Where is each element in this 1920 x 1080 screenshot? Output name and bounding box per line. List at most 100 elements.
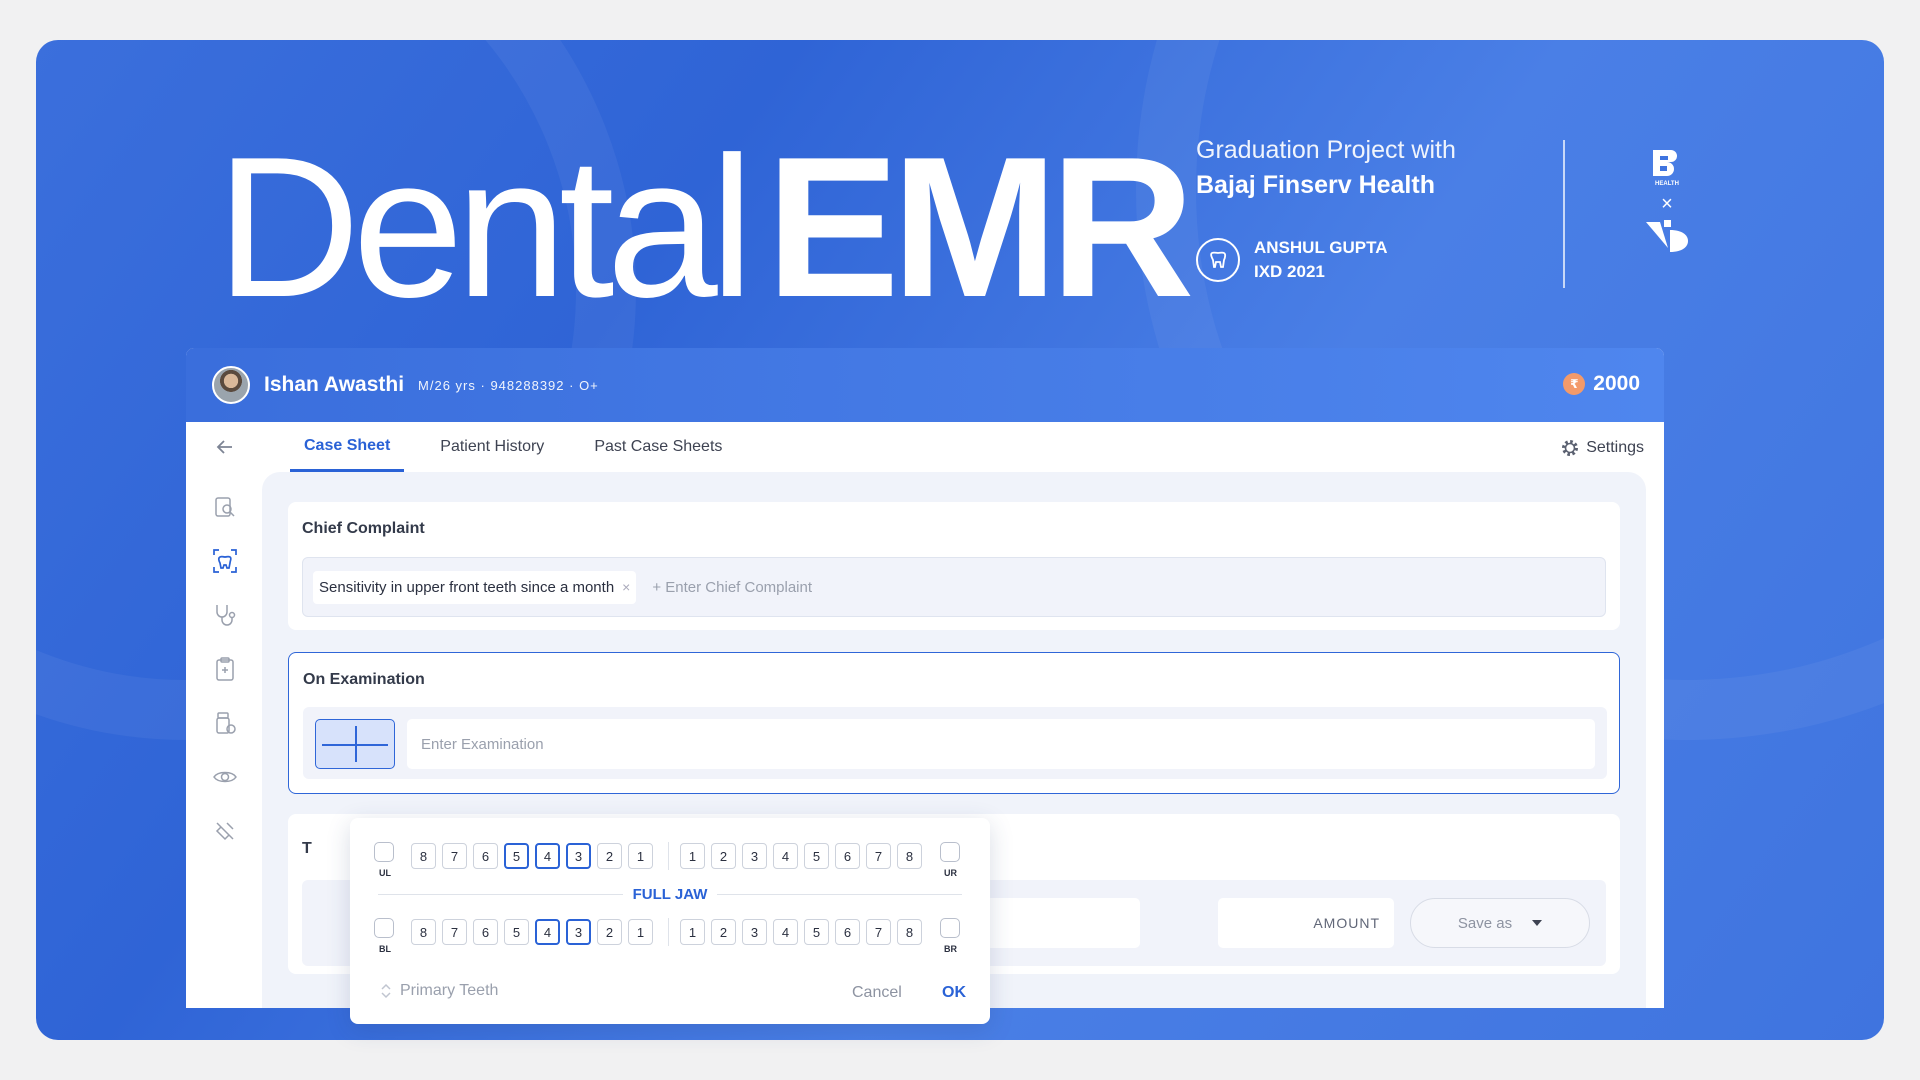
sidebar: [186, 422, 262, 1008]
clipboard-search-icon[interactable]: [210, 492, 240, 522]
ul-tooth-6[interactable]: 6: [473, 843, 498, 869]
sort-toggle-icon: [381, 983, 391, 999]
complaint-chip[interactable]: Sensitivity in upper front teeth since a…: [313, 570, 637, 604]
cancel-button[interactable]: Cancel: [852, 984, 902, 1002]
ur-checkbox[interactable]: [940, 842, 960, 862]
stethoscope-icon[interactable]: [210, 600, 240, 630]
br-tooth-8[interactable]: 8: [897, 919, 922, 945]
eye-icon[interactable]: [210, 762, 240, 792]
avatar[interactable]: [212, 366, 250, 404]
ur-tooth-4[interactable]: 4: [773, 843, 798, 869]
quadrant-divider: [668, 842, 669, 870]
bajaj-logo-icon: [1642, 148, 1692, 183]
br-tooth-3[interactable]: 3: [742, 919, 767, 945]
caret-down-icon: [1532, 920, 1543, 926]
ul-tooth-7[interactable]: 7: [442, 843, 467, 869]
settings-label: Settings: [1586, 439, 1644, 456]
ur-tooth-3[interactable]: 3: [742, 843, 767, 869]
tooth-scan-icon[interactable]: [210, 546, 240, 576]
ul-tooth-1[interactable]: 1: [628, 843, 653, 869]
examination-field: Enter Examination: [303, 707, 1607, 779]
back-arrow-icon[interactable]: [210, 432, 240, 462]
bl-tooth-2[interactable]: 2: [597, 919, 622, 945]
bl-tooth-7[interactable]: 7: [442, 919, 467, 945]
upper-left-teeth: 87654321: [411, 843, 653, 869]
coin-balance[interactable]: ₹ 2000: [1563, 372, 1640, 396]
bl-label: BL: [379, 944, 391, 954]
on-examination-title: On Examination: [303, 671, 425, 688]
chief-complaint-field[interactable]: Sensitivity in upper front teeth since a…: [302, 557, 1606, 617]
examination-input[interactable]: Enter Examination: [407, 719, 1595, 769]
br-tooth-4[interactable]: 4: [773, 919, 798, 945]
treatment-title: T: [302, 840, 312, 857]
bl-tooth-6[interactable]: 6: [473, 919, 498, 945]
br-tooth-1[interactable]: 1: [680, 919, 705, 945]
br-tooth-6[interactable]: 6: [835, 919, 860, 945]
bl-checkbox[interactable]: [374, 918, 394, 938]
full-jaw-button[interactable]: FULL JAW: [350, 886, 990, 903]
chief-complaint-panel: Chief Complaint Sensitivity in upper fro…: [288, 502, 1620, 630]
ur-tooth-8[interactable]: 8: [897, 843, 922, 869]
complaint-chip-text: Sensitivity in upper front teeth since a…: [319, 578, 615, 596]
graduation-info: Graduation Project with Bajaj Finserv He…: [1196, 136, 1456, 200]
title-regular: Dental: [216, 116, 754, 339]
tab-bar: Case Sheet Patient History Past Case She…: [290, 422, 758, 472]
grad-line2: Bajaj Finserv Health: [1196, 171, 1435, 199]
br-checkbox[interactable]: [940, 918, 960, 938]
author-info: ANSHUL GUPTA IXD 2021: [1196, 236, 1388, 284]
partner-logos: HEALTH ×: [1642, 148, 1692, 259]
ur-label: UR: [944, 868, 957, 878]
bl-tooth-5[interactable]: 5: [504, 919, 529, 945]
ur-tooth-7[interactable]: 7: [866, 843, 891, 869]
clipboard-icon[interactable]: [210, 654, 240, 684]
ok-button[interactable]: OK: [942, 984, 966, 1002]
lower-right-teeth: 12345678: [680, 919, 922, 945]
primary-teeth-toggle[interactable]: Primary Teeth: [380, 982, 498, 1000]
gear-icon: [1562, 440, 1579, 456]
bl-tooth-4[interactable]: 4: [535, 919, 560, 945]
upper-right-teeth: 12345678: [680, 843, 922, 869]
logo-separator: ×: [1661, 193, 1673, 215]
ur-tooth-5[interactable]: 5: [804, 843, 829, 869]
patient-name: Ishan Awasthi: [264, 373, 405, 396]
author-name: ANSHUL GUPTA: [1254, 238, 1388, 257]
tab-case-sheet[interactable]: Case Sheet: [290, 422, 405, 472]
ul-label: UL: [379, 868, 391, 878]
ur-tooth-6[interactable]: 6: [835, 843, 860, 869]
br-tooth-7[interactable]: 7: [866, 919, 891, 945]
add-complaint-input[interactable]: + Enter Chief Complaint: [652, 579, 812, 596]
ur-tooth-1[interactable]: 1: [680, 843, 705, 869]
amount-input[interactable]: AMOUNT: [1218, 898, 1394, 948]
ul-checkbox[interactable]: [374, 842, 394, 862]
ul-tooth-8[interactable]: 8: [411, 843, 436, 869]
grad-line1: Graduation Project with: [1196, 136, 1456, 164]
save-as-button[interactable]: Save as: [1410, 898, 1590, 948]
on-examination-panel: On Examination Enter Examination: [288, 652, 1620, 794]
ul-tooth-3[interactable]: 3: [566, 843, 591, 869]
bl-tooth-3[interactable]: 3: [566, 919, 591, 945]
ul-tooth-2[interactable]: 2: [597, 843, 622, 869]
settings-button[interactable]: Settings: [1560, 438, 1644, 458]
hero-divider: [1563, 140, 1565, 288]
br-tooth-2[interactable]: 2: [711, 919, 736, 945]
br-tooth-5[interactable]: 5: [804, 919, 829, 945]
br-label: BR: [944, 944, 957, 954]
bl-tooth-1[interactable]: 1: [628, 919, 653, 945]
nid-logo-icon: [1642, 218, 1692, 259]
tab-past-case-sheets[interactable]: Past Case Sheets: [580, 422, 736, 472]
jaw-selector-icon[interactable]: [315, 719, 395, 769]
save-as-label: Save as: [1457, 914, 1513, 932]
bl-tooth-8[interactable]: 8: [411, 919, 436, 945]
primary-teeth-label: Primary Teeth: [400, 982, 499, 999]
title-bold: EMR: [766, 116, 1194, 339]
hero-title: Dental EMR: [216, 128, 1195, 328]
ul-tooth-5[interactable]: 5: [504, 843, 529, 869]
tab-patient-history[interactable]: Patient History: [426, 422, 558, 472]
coin-count: 2000: [1593, 372, 1640, 395]
close-icon[interactable]: ×: [622, 579, 630, 595]
medicine-icon[interactable]: [210, 708, 240, 738]
syringe-icon[interactable]: [210, 816, 240, 846]
tooth-logo-icon: [1196, 238, 1240, 282]
ul-tooth-4[interactable]: 4: [535, 843, 560, 869]
ur-tooth-2[interactable]: 2: [711, 843, 736, 869]
